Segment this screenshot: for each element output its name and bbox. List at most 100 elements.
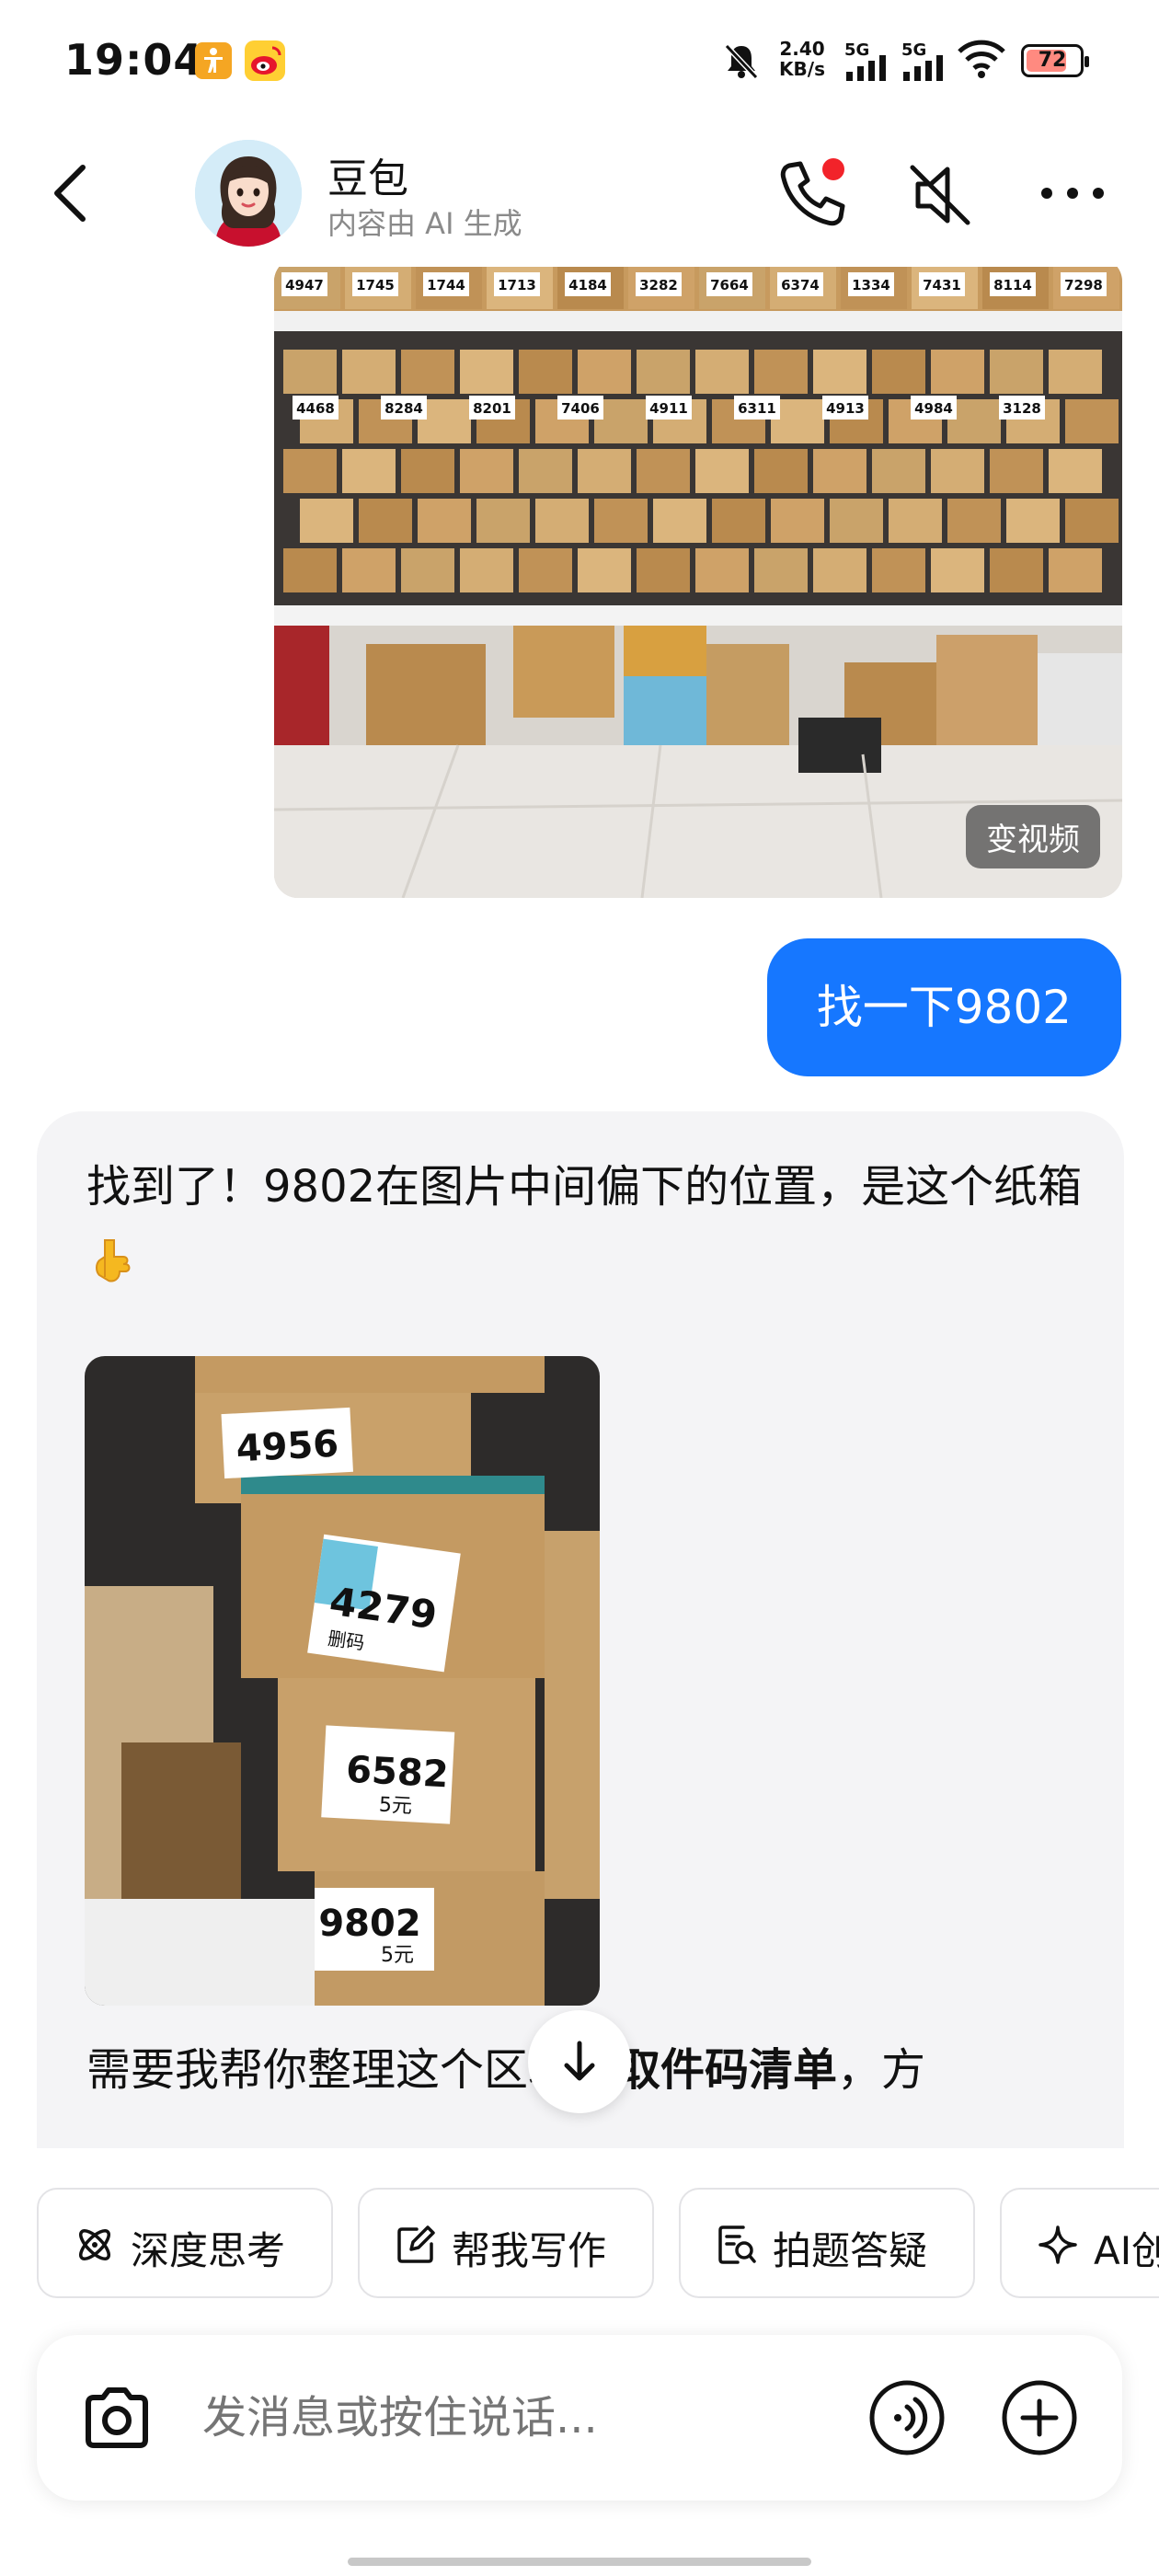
- package-crop-photo: 4956 4279删码 65825元 98025元: [85, 1356, 600, 2006]
- parcel-box: [695, 449, 749, 493]
- shelf-code-label: 8201: [469, 396, 515, 420]
- shelf-code-text: 8201: [473, 400, 511, 417]
- chip-write[interactable]: 帮我写作: [358, 2188, 654, 2298]
- shelf-code-text: 4911: [649, 400, 688, 417]
- signal-icon: 5G: [844, 40, 900, 81]
- shelf-code-label: 1744: [423, 272, 469, 296]
- parcel-box: [637, 350, 690, 394]
- parcel-box: [460, 548, 513, 592]
- parcel-box: [830, 499, 883, 543]
- arrow-down-icon: [564, 2041, 595, 2081]
- shelf-code-text: 7664: [710, 277, 749, 293]
- shelf-code-label: 3128: [999, 396, 1045, 420]
- parcel-box: [342, 449, 396, 493]
- chevron-left-icon: [54, 165, 86, 222]
- parcel-box: [578, 350, 631, 394]
- chip-deep-think[interactable]: 深度思考: [37, 2188, 333, 2298]
- parcel-box: [931, 449, 984, 493]
- battery-level: 72: [1038, 49, 1067, 72]
- accessibility-app-icon: [195, 42, 232, 79]
- parcel-box: [931, 548, 984, 592]
- mute-button[interactable]: [901, 156, 979, 234]
- parcel-box: [418, 499, 471, 543]
- parcel-box: [872, 449, 925, 493]
- parcel-box: [1065, 499, 1119, 543]
- battery-icon: 72: [1021, 44, 1089, 77]
- shelf-code-text: 4468: [296, 400, 335, 417]
- bot-reply-text: 找到了！9802在图片中间偏下的位置，是这个纸箱: [86, 1148, 1089, 1303]
- call-button[interactable]: [771, 153, 854, 236]
- followup-part2: ，方: [837, 2044, 926, 2096]
- shelf-code-text: 4913: [826, 400, 865, 417]
- net-speed: 2.40 KB/s: [775, 39, 830, 79]
- parcel-box: [283, 350, 337, 394]
- sparkle-icon: [1039, 2225, 1077, 2264]
- shelf-code-text: 7431: [923, 277, 961, 293]
- parcel-box: [519, 449, 572, 493]
- parcel-box: [578, 449, 631, 493]
- quick-actions: 深度思考 帮我写作 拍题答疑 AI创作: [0, 2188, 1159, 2298]
- cropped-package-image[interactable]: 4956 4279 删码 6582 5元 9802 5元: [85, 1356, 600, 2006]
- parcel-box: [519, 548, 572, 592]
- shelf-code-text: 3128: [1003, 400, 1041, 417]
- chat-area[interactable]: 4947 1745 1744 1713 4184 3282 7664 6374 1334 7431…: [0, 267, 1159, 2148]
- parcel-box: [1006, 499, 1060, 543]
- message-input[interactable]: [202, 2383, 865, 2453]
- shelf-code-text: 6311: [738, 400, 776, 417]
- avatar[interactable]: [195, 140, 302, 247]
- parcel-box: [342, 548, 396, 592]
- shelf-code-label: 1334: [848, 272, 894, 296]
- parcel-box: [1049, 548, 1102, 592]
- chip-label: AI创作: [1094, 2228, 1159, 2273]
- bot-message[interactable]: 找到了！9802在图片中间偏下的位置，是这个纸箱 4956 4279 删码 658…: [37, 1111, 1124, 2148]
- parcel-box: [695, 548, 749, 592]
- parcel-box: [637, 449, 690, 493]
- shelf-code-text: 1713: [498, 277, 536, 293]
- parcel-box: [519, 350, 572, 394]
- parcel-box: [872, 548, 925, 592]
- voice-wave-icon: [869, 2380, 945, 2455]
- back-button[interactable]: [44, 160, 103, 226]
- chip-ai-create[interactable]: AI创作: [1000, 2188, 1159, 2298]
- shelf-code-text: 8114: [993, 277, 1032, 293]
- parcel-box: [813, 350, 866, 394]
- shelf-code-label: 3282: [636, 272, 682, 296]
- voice-button[interactable]: [868, 2379, 946, 2456]
- shelf-code-text: 8284: [384, 400, 423, 417]
- shelf-code-label: 4984: [911, 396, 957, 420]
- parcel-box: [653, 499, 706, 543]
- signal-icon: 5G: [901, 40, 957, 81]
- parcel-box: [535, 499, 589, 543]
- parcel-box: [813, 449, 866, 493]
- notification-dot: [822, 158, 844, 180]
- more-button[interactable]: [1034, 166, 1111, 221]
- parcel-box: [695, 350, 749, 394]
- sent-photo[interactable]: 4947 1745 1744 1713 4184 3282 7664 6374 1334 7431…: [274, 267, 1122, 898]
- parcel-box: [401, 350, 454, 394]
- user-message[interactable]: 找一下9802: [766, 938, 1121, 1076]
- more-dots-icon: [1041, 188, 1104, 199]
- scroll-down-button[interactable]: [528, 2010, 631, 2113]
- chip-photo-question[interactable]: 拍题答疑: [679, 2188, 975, 2298]
- shelf-code-label: 6374: [777, 272, 823, 296]
- shelf-code-label: 8284: [381, 396, 427, 420]
- home-indicator[interactable]: [348, 2558, 811, 2566]
- shelf-code-text: 1334: [852, 277, 890, 293]
- shelf-code-label: 7431: [919, 272, 965, 296]
- parcel-box: [578, 548, 631, 592]
- followup-bold: 取件码清单: [616, 2044, 838, 2096]
- shelf-code-text: 3282: [639, 277, 678, 293]
- parcel-box: [460, 350, 513, 394]
- shelf-code-label: 4911: [646, 396, 692, 420]
- parcel-box: [1049, 449, 1102, 493]
- scan-doc-icon: [718, 2225, 756, 2264]
- chip-label: 帮我写作: [452, 2228, 607, 2273]
- camera-button[interactable]: [81, 2385, 153, 2451]
- parcel-box: [594, 499, 648, 543]
- shelf-code-label: 1745: [352, 272, 398, 296]
- shelf-code-label: 6311: [734, 396, 780, 420]
- bot-subtitle: 内容由 AI 生成: [327, 206, 522, 241]
- add-attachment-button[interactable]: [1001, 2379, 1078, 2456]
- convert-to-video-button[interactable]: 变视频: [966, 805, 1100, 868]
- shelf-photo: 4947 1745 1744 1713 4184 3282 7664 6374 1334 7431…: [274, 267, 1122, 898]
